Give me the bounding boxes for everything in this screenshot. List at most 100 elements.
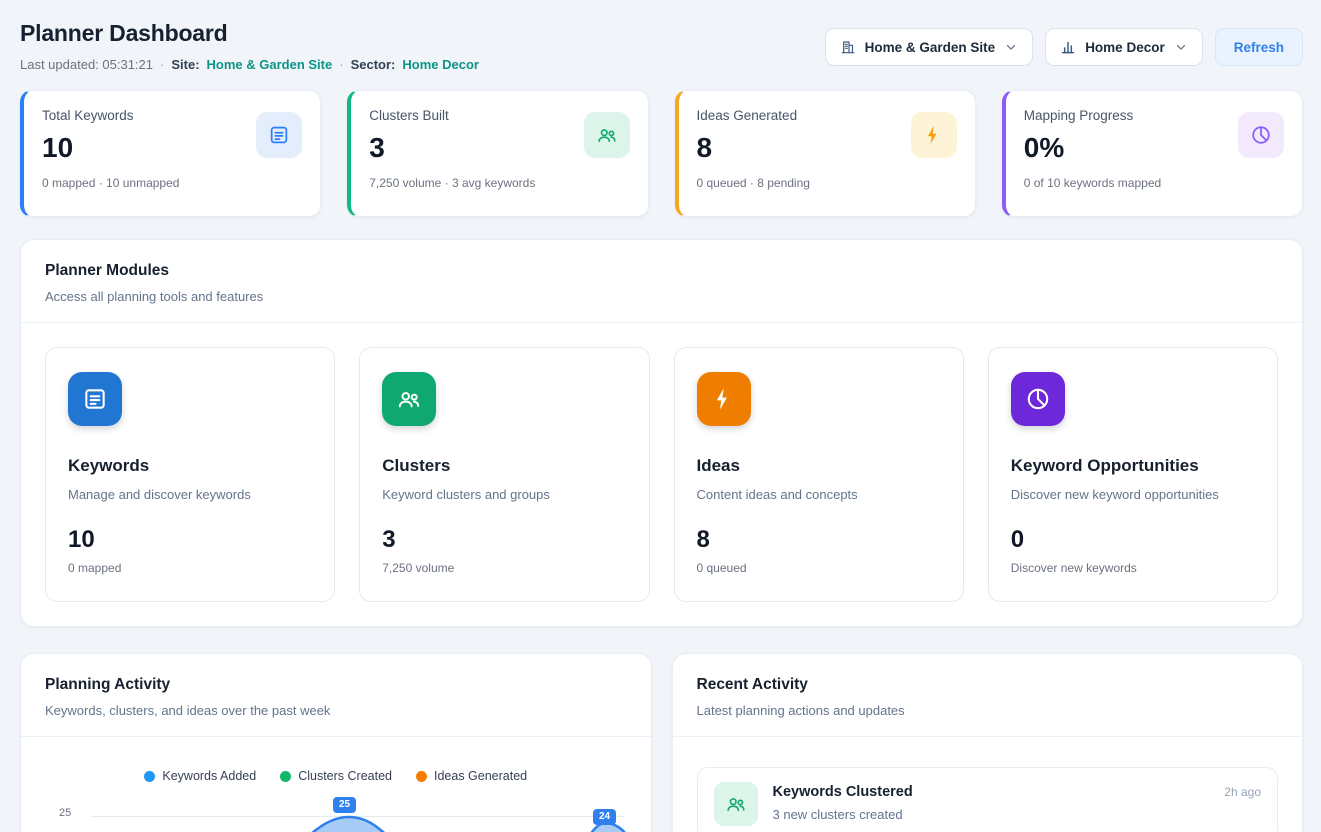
- activity-item-timestamp: 2h ago: [1224, 785, 1261, 799]
- stat-content: Total Keywords 10 0 mapped · 10 unmapped: [42, 108, 179, 201]
- modules-title: Planner Modules: [45, 262, 1278, 280]
- module-description: Discover new keyword opportunities: [1011, 487, 1255, 502]
- stat-value: 0%: [1024, 132, 1161, 164]
- site-link[interactable]: Home & Garden Site: [207, 57, 333, 72]
- stat-card-total-keywords: Total Keywords 10 0 mapped · 10 unmapped: [20, 90, 321, 217]
- recent-activity-list: Keywords Clustered 3 new clusters create…: [673, 737, 1303, 832]
- groups-icon: [714, 782, 758, 826]
- module-title: Keywords: [68, 456, 312, 476]
- page-header: Planner Dashboard Last updated: 05:31:21…: [20, 20, 1303, 72]
- module-card-clusters[interactable]: Clusters Keyword clusters and groups 3 7…: [359, 347, 649, 602]
- recent-activity-title: Recent Activity: [697, 676, 1279, 694]
- stat-content: Mapping Progress 0% 0 of 10 keywords map…: [1024, 108, 1161, 201]
- chevron-down-icon: [1174, 40, 1188, 54]
- page-title: Planner Dashboard: [20, 20, 479, 47]
- article-icon: [68, 372, 122, 426]
- legend-dot-icon: [416, 771, 427, 782]
- y-axis-tick: 25: [59, 807, 71, 819]
- recent-activity-card: Recent Activity Latest planning actions …: [672, 653, 1304, 832]
- site-selector-dropdown[interactable]: Home & Garden Site: [825, 28, 1034, 66]
- chart-legend: Keywords Added Clusters Created Ideas Ge…: [45, 769, 627, 783]
- bolt-icon: [911, 112, 957, 158]
- stat-value: 3: [369, 132, 535, 164]
- header-actions: Home & Garden Site Home Decor Refresh: [825, 28, 1303, 66]
- stat-label: Clusters Built: [369, 108, 535, 123]
- pie-chart-icon: [1238, 112, 1284, 158]
- legend-item-ideas-generated: Ideas Generated: [416, 769, 527, 783]
- groups-icon: [584, 112, 630, 158]
- module-card-keyword-opportunities[interactable]: Keyword Opportunities Discover new keywo…: [988, 347, 1278, 602]
- planning-activity-header: Planning Activity Keywords, clusters, an…: [21, 654, 651, 737]
- legend-item-clusters-created: Clusters Created: [280, 769, 392, 783]
- stat-value: 8: [697, 132, 810, 164]
- module-value: 8: [697, 526, 941, 554]
- bolt-icon: [697, 372, 751, 426]
- planner-modules-card: Planner Modules Access all planning tool…: [20, 239, 1303, 627]
- legend-label: Clusters Created: [298, 769, 392, 783]
- bar-chart-icon: [1060, 39, 1076, 55]
- module-title: Clusters: [382, 456, 626, 476]
- site-selector-value: Home & Garden Site: [865, 40, 996, 55]
- stat-label: Mapping Progress: [1024, 108, 1161, 123]
- legend-item-keywords-added: Keywords Added: [144, 769, 256, 783]
- header-left: Planner Dashboard Last updated: 05:31:21…: [20, 20, 479, 72]
- legend-dot-icon: [144, 771, 155, 782]
- planning-activity-title: Planning Activity: [45, 676, 627, 694]
- stat-card-mapping-progress: Mapping Progress 0% 0 of 10 keywords map…: [1002, 90, 1303, 217]
- data-point-label: 25: [333, 797, 356, 813]
- stat-card-ideas-generated: Ideas Generated 8 0 queued · 8 pending: [675, 90, 976, 217]
- stat-content: Ideas Generated 8 0 queued · 8 pending: [697, 108, 810, 201]
- modules-subtitle: Access all planning tools and features: [45, 289, 1278, 304]
- pie-chart-icon: [1011, 372, 1065, 426]
- sector-selector-dropdown[interactable]: Home Decor: [1045, 28, 1203, 66]
- header-subline: Last updated: 05:31:21 · Site: Home & Ga…: [20, 57, 479, 72]
- article-icon: [256, 112, 302, 158]
- last-updated-text: Last updated: 05:31:21: [20, 57, 153, 72]
- site-label: Site:: [171, 57, 199, 72]
- planning-activity-chart-body: Keywords Added Clusters Created Ideas Ge…: [21, 737, 651, 832]
- legend-dot-icon: [280, 771, 291, 782]
- module-card-keywords[interactable]: Keywords Manage and discover keywords 10…: [45, 347, 335, 602]
- stat-content: Clusters Built 3 7,250 volume · 3 avg ke…: [369, 108, 535, 201]
- separator-dot: ·: [339, 57, 343, 72]
- planning-activity-card: Planning Activity Keywords, clusters, an…: [20, 653, 652, 832]
- stat-detail: 7,250 volume · 3 avg keywords: [369, 176, 535, 190]
- recent-activity-header: Recent Activity Latest planning actions …: [673, 654, 1303, 737]
- stat-card-clusters-built: Clusters Built 3 7,250 volume · 3 avg ke…: [347, 90, 648, 217]
- groups-icon: [382, 372, 436, 426]
- module-detail: 7,250 volume: [382, 561, 626, 575]
- module-value: 0: [1011, 526, 1255, 554]
- refresh-button[interactable]: Refresh: [1215, 28, 1303, 66]
- activity-item-description: 3 new clusters created: [773, 807, 1210, 822]
- keywords-added-area-series: [91, 805, 631, 832]
- sector-link[interactable]: Home Decor: [402, 57, 479, 72]
- planner-dashboard-page: Planner Dashboard Last updated: 05:31:21…: [0, 0, 1321, 832]
- legend-label: Keywords Added: [162, 769, 256, 783]
- stats-row: Total Keywords 10 0 mapped · 10 unmapped…: [20, 90, 1303, 217]
- module-card-ideas[interactable]: Ideas Content ideas and concepts 8 0 que…: [674, 347, 964, 602]
- stat-label: Ideas Generated: [697, 108, 810, 123]
- stat-value: 10: [42, 132, 179, 164]
- module-detail: 0 mapped: [68, 561, 312, 575]
- planning-activity-subtitle: Keywords, clusters, and ideas over the p…: [45, 703, 627, 718]
- separator-dot: ·: [160, 57, 164, 72]
- module-detail: 0 queued: [697, 561, 941, 575]
- activity-item-text: Keywords Clustered 3 new clusters create…: [773, 782, 1210, 822]
- activity-item-keywords-clustered[interactable]: Keywords Clustered 3 new clusters create…: [697, 767, 1279, 832]
- bottom-row: Planning Activity Keywords, clusters, an…: [20, 653, 1303, 832]
- module-value: 10: [68, 526, 312, 554]
- chevron-down-icon: [1004, 40, 1018, 54]
- stat-detail: 0 mapped · 10 unmapped: [42, 176, 179, 190]
- module-detail: Discover new keywords: [1011, 561, 1255, 575]
- modules-header: Planner Modules Access all planning tool…: [21, 240, 1302, 323]
- stat-detail: 0 of 10 keywords mapped: [1024, 176, 1161, 190]
- module-description: Manage and discover keywords: [68, 487, 312, 502]
- stat-label: Total Keywords: [42, 108, 179, 123]
- module-description: Keyword clusters and groups: [382, 487, 626, 502]
- module-title: Ideas: [697, 456, 941, 476]
- activity-line-chart: 25 25 24: [45, 797, 627, 832]
- module-description: Content ideas and concepts: [697, 487, 941, 502]
- modules-grid: Keywords Manage and discover keywords 10…: [21, 323, 1302, 626]
- module-value: 3: [382, 526, 626, 554]
- data-point-label: 24: [593, 809, 616, 825]
